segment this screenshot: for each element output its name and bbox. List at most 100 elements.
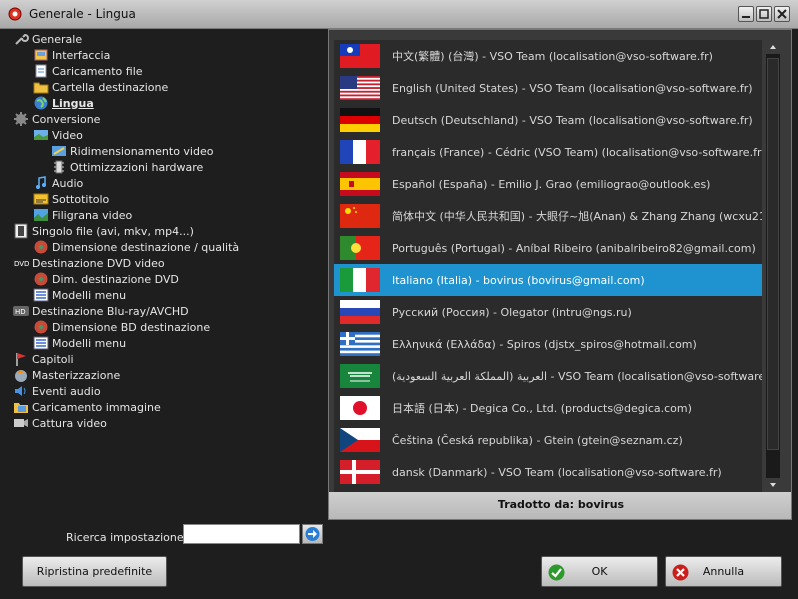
tree-item-label: Modelli menu xyxy=(52,288,127,302)
tree-item[interactable]: Video xyxy=(33,127,83,143)
interface-icon xyxy=(34,49,48,61)
tree-item-label: Audio xyxy=(52,176,84,190)
disc-icon xyxy=(34,320,48,334)
gear-icon xyxy=(14,112,28,126)
tree-item[interactable]: Eventi audio xyxy=(13,383,101,399)
language-row[interactable]: 日本語 (日本) - Degica Co., Ltd. (products@de… xyxy=(334,392,762,424)
usa-flag-icon xyxy=(340,76,380,100)
tree-item-label: Dimensione destinazione / qualità xyxy=(52,240,240,254)
language-row[interactable]: 中文(繁體) (台灣) - VSO Team (localisation@vso… xyxy=(334,40,762,72)
settings-tree: Generale Interfaccia Caricamento file Carte… xyxy=(7,29,324,520)
language-row[interactable]: Čeština (Česká republika) - Gtein (gtein… xyxy=(334,424,762,456)
globe-icon xyxy=(34,96,48,110)
tree-item[interactable]: Interfaccia xyxy=(33,47,110,63)
language-row[interactable]: 简体中文 (中华人民共和国) - 大眼仔~旭(Anan) & Zhang Zha… xyxy=(334,200,762,232)
tree-item-label: Generale xyxy=(32,32,83,46)
language-row[interactable]: Русский (Россия) - Olegator (intru@ngs.r… xyxy=(334,296,762,328)
disc-icon xyxy=(34,272,48,286)
tree-item[interactable]: DVD Destinazione DVD video xyxy=(13,255,165,271)
language-label: français (France) - Cédric (VSO Team) (l… xyxy=(392,145,762,159)
tree-item[interactable]: Dimensione destinazione / qualità xyxy=(33,239,239,255)
scroll-up-arrow[interactable] xyxy=(766,40,780,54)
vertical-scrollbar[interactable] xyxy=(766,40,780,492)
tree-item[interactable]: Modelli menu xyxy=(33,335,126,351)
tree-item-label: Destinazione Blu-ray/AVCHD xyxy=(32,304,189,318)
music-note-icon xyxy=(36,176,46,189)
tree-item-label: Destinazione DVD video xyxy=(32,256,165,270)
tree-item[interactable]: Ridimensionamento video xyxy=(51,143,213,159)
language-row[interactable]: Ελληνικά (Ελλάδα) - Spiros (djstx_spiros… xyxy=(334,328,762,360)
tree-item[interactable]: Lingua xyxy=(33,95,94,111)
tree-item-label: Dim. destinazione DVD xyxy=(52,272,179,286)
tree-item[interactable]: Caricamento file xyxy=(33,63,143,79)
app-icon xyxy=(8,7,22,21)
italy-flag-icon xyxy=(340,268,380,292)
tree-item[interactable]: Caricamento immagine xyxy=(13,399,161,415)
minimize-button[interactable] xyxy=(738,6,754,22)
tree-item-label: Ridimensionamento video xyxy=(70,144,214,158)
menu-template-icon xyxy=(33,288,49,302)
language-label: 日本語 (日本) - Degica Co., Ltd. (products@de… xyxy=(392,402,692,415)
tree-item[interactable]: Sottotitolo xyxy=(33,191,109,207)
language-row[interactable]: Deutsch (Deutschland) - VSO Team (locali… xyxy=(334,104,762,136)
language-label: 简体中文 (中华人民共和国) - 大眼仔~旭(Anan) & Zhang Zha… xyxy=(392,210,762,223)
maximize-icon xyxy=(759,9,769,19)
language-label: Español (España) - Emilio J. Grao (emili… xyxy=(392,177,711,191)
arrow-up-icon xyxy=(770,45,776,49)
china-flag-icon xyxy=(340,204,380,228)
menu-template-icon xyxy=(33,336,49,350)
tree-item-label: Caricamento immagine xyxy=(32,400,161,414)
ok-label: OK xyxy=(591,565,608,578)
scroll-down-arrow[interactable] xyxy=(766,478,780,492)
tree-item[interactable]: Dim. destinazione DVD xyxy=(33,271,179,287)
tree-item[interactable]: Masterizzazione xyxy=(13,367,120,383)
tree-item[interactable]: Singolo file (avi, mkv, mp4...) xyxy=(13,223,194,239)
language-row[interactable]: (العربية (المملكة العربية السعودية - VSO… xyxy=(334,360,762,392)
maximize-button[interactable] xyxy=(756,6,772,22)
tree-item[interactable]: Cattura video xyxy=(13,415,107,431)
film-icon xyxy=(14,223,28,239)
tree-item[interactable]: Ottimizzazioni hardware xyxy=(51,159,203,175)
tree-item-label: Interfaccia xyxy=(52,48,111,62)
close-button[interactable] xyxy=(774,6,790,22)
tree-item[interactable]: HD Destinazione Blu-ray/AVCHD xyxy=(13,303,189,319)
cancel-button[interactable]: Annulla xyxy=(665,556,782,587)
saudi-flag-icon xyxy=(340,364,380,388)
denmark-flag-icon xyxy=(340,460,380,484)
france-flag-icon xyxy=(340,140,380,164)
language-row[interactable]: Italiano (Italia) - bovirus (bovirus@gma… xyxy=(334,264,762,296)
check-icon xyxy=(548,564,565,581)
tree-item[interactable]: Dimensione BD destinazione xyxy=(33,319,210,335)
tree-item[interactable]: Generale xyxy=(13,31,82,47)
svg-text:DVD: DVD xyxy=(14,260,29,268)
tree-item-label: Conversione xyxy=(32,112,101,126)
language-row[interactable]: English (United States) - VSO Team (loca… xyxy=(334,72,762,104)
ok-button[interactable]: OK xyxy=(541,556,658,587)
tree-item-label: Dimensione BD destinazione xyxy=(52,320,211,334)
language-row[interactable]: français (France) - Cédric (VSO Team) (l… xyxy=(334,136,762,168)
reset-defaults-button[interactable]: Ripristina predefinite xyxy=(22,556,167,587)
watermark-icon xyxy=(34,209,48,221)
language-row[interactable]: Português (Portugal) - Aníbal Ribeiro (a… xyxy=(334,232,762,264)
cancel-icon xyxy=(672,564,689,581)
search-button[interactable] xyxy=(302,524,323,544)
tree-item[interactable]: Audio xyxy=(33,175,83,191)
search-input[interactable] xyxy=(183,524,300,544)
tree-item[interactable]: Filigrana video xyxy=(33,207,132,223)
tree-item[interactable]: Conversione xyxy=(13,111,100,127)
tree-item-label: Masterizzazione xyxy=(32,368,121,382)
wrench-icon xyxy=(15,33,29,45)
hd-icon: HD xyxy=(13,306,29,316)
language-row[interactable]: Español (España) - Emilio J. Grao (emili… xyxy=(334,168,762,200)
language-list[interactable]: 中文(繁體) (台灣) - VSO Team (localisation@vso… xyxy=(334,40,762,492)
folder-icon xyxy=(33,82,49,94)
burn-icon xyxy=(15,370,27,382)
tree-item[interactable]: Cartella destinazione xyxy=(33,79,168,95)
scrollbar-thumb[interactable] xyxy=(767,58,779,450)
language-row[interactable]: dansk (Danmark) - VSO Team (localisation… xyxy=(334,456,762,488)
tree-item[interactable]: Modelli menu xyxy=(33,287,126,303)
language-label: English (United States) - VSO Team (loca… xyxy=(392,81,753,95)
tree-item[interactable]: Capitoli xyxy=(13,351,74,367)
resize-icon xyxy=(52,146,66,156)
tree-item-label: Capitoli xyxy=(32,352,74,366)
